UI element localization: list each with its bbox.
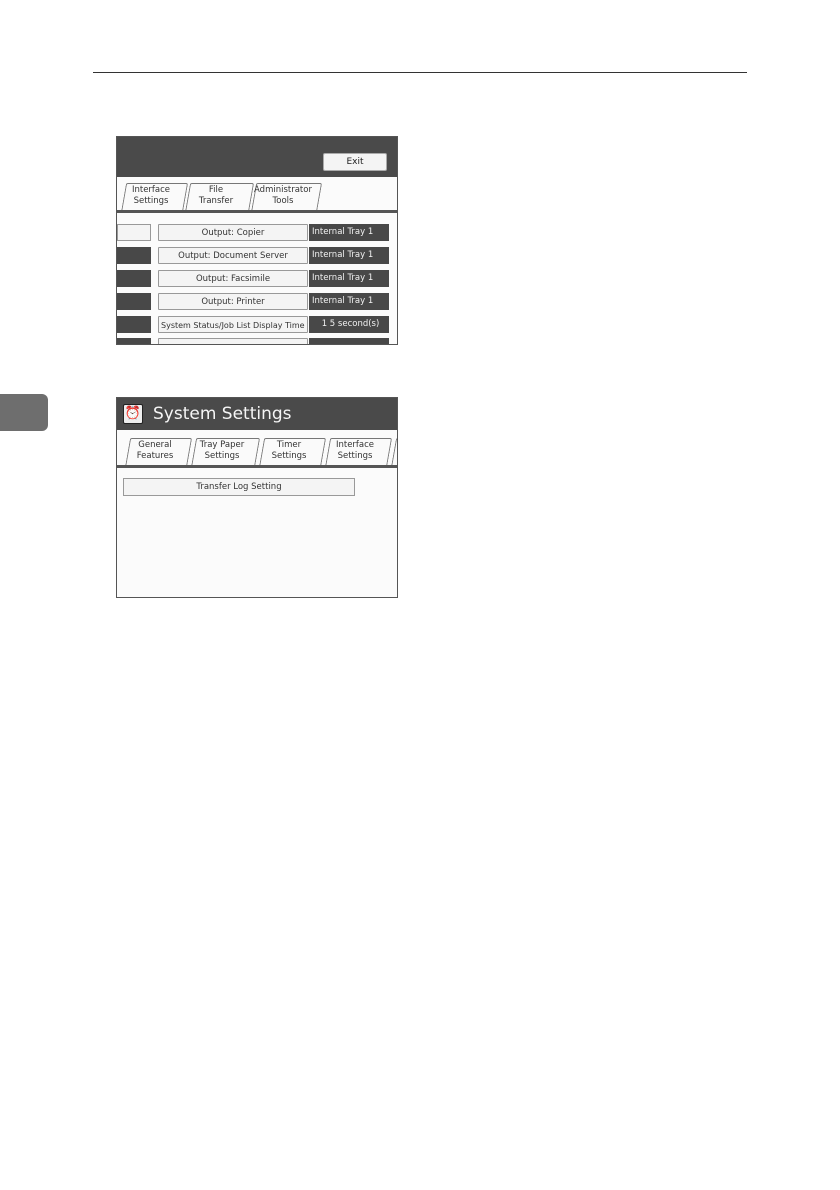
tab-general-features-label: General Features — [136, 440, 174, 461]
tab-bar: General Features Tray Paper Settings Tim… — [117, 432, 397, 468]
output-printer-value: Internal Tray 1 — [309, 293, 389, 310]
left-setting-button[interactable] — [117, 247, 151, 264]
partial-setting-button[interactable] — [158, 338, 308, 344]
exit-button[interactable]: Exit — [323, 153, 387, 171]
title-bar: Exit — [117, 137, 397, 177]
tab-bar: Interface Settings File Transfer Adminis… — [117, 177, 397, 213]
page-title: System Settings — [153, 404, 292, 424]
title-bar: ⏰ System Settings — [117, 398, 397, 430]
tab-file-transfer-label: File Transfer — [198, 185, 234, 206]
output-document-server-button[interactable]: Output: Document Server — [158, 247, 308, 264]
left-setting-button[interactable] — [117, 293, 151, 310]
tab-divider-line — [117, 210, 397, 213]
left-setting-button[interactable] — [117, 224, 151, 241]
output-copier-button[interactable]: Output: Copier — [158, 224, 308, 241]
tab-timer-settings-label: Timer Settings — [271, 440, 307, 461]
tab-administrator-tools-label: Administrator Tools — [254, 185, 312, 206]
output-copier-value: Internal Tray 1 — [309, 224, 389, 241]
output-facsimile-value: Internal Tray 1 — [309, 270, 389, 287]
output-printer-button[interactable]: Output: Printer — [158, 293, 308, 310]
job-list-display-time-button[interactable]: System Status/Job List Display Time — [158, 316, 308, 333]
chapter-thumb-tab — [0, 394, 48, 431]
job-list-display-time-value: 1 5 second(s) — [309, 316, 389, 333]
tab-interface-settings-label: Interface Settings — [335, 440, 375, 461]
left-setting-button[interactable] — [117, 338, 151, 344]
transfer-log-setting-button[interactable]: Transfer Log Setting — [123, 478, 355, 496]
output-document-server-value: Internal Tray 1 — [309, 247, 389, 264]
partial-setting-value — [309, 338, 389, 344]
tab-divider-line — [117, 465, 397, 468]
output-facsimile-button[interactable]: Output: Facsimile — [158, 270, 308, 287]
screenshot-system-settings: ⏰ System Settings General Features Tray … — [116, 397, 398, 598]
left-setting-button[interactable] — [117, 316, 151, 333]
header-rule — [93, 72, 747, 73]
tab-tray-paper-settings-label: Tray Paper Settings — [199, 440, 245, 461]
left-setting-button[interactable] — [117, 270, 151, 287]
tab-interface-settings-label: Interface Settings — [131, 185, 171, 206]
tab-next[interactable] — [391, 438, 397, 467]
screenshot-file-transfer: Exit Interface Settings File Transfer Ad… — [116, 136, 398, 345]
system-settings-icon: ⏰ — [123, 404, 143, 424]
